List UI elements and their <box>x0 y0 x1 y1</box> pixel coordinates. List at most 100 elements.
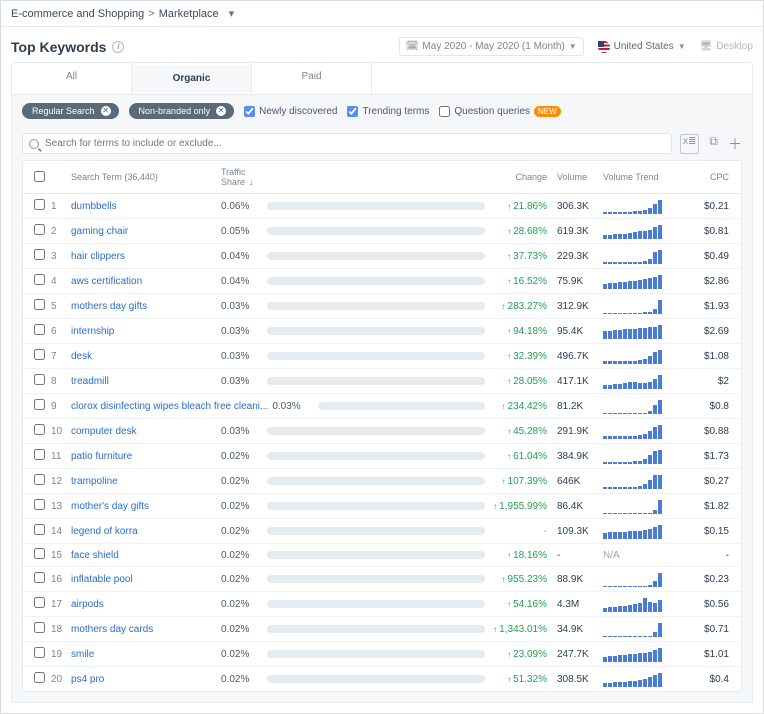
checkbox[interactable] <box>244 106 255 117</box>
search-term-link[interactable]: gaming chair <box>71 226 128 237</box>
info-icon[interactable]: i <box>112 41 124 53</box>
row-checkbox[interactable] <box>34 572 45 583</box>
checkbox[interactable] <box>439 106 450 117</box>
row-checkbox[interactable] <box>34 399 45 410</box>
search-term-link[interactable]: patio furniture <box>71 451 132 462</box>
table-row: 16inflatable pool0.02%↑955.23%88.9K$0.23 <box>23 567 741 592</box>
tab-organic[interactable]: Organic <box>132 63 252 94</box>
row-checkbox[interactable] <box>34 597 45 608</box>
search-term-link[interactable]: trampoline <box>71 476 118 487</box>
traffic-share-bar <box>267 575 485 583</box>
traffic-share-bar <box>267 527 485 535</box>
filter-pill-regular-search[interactable]: Regular Search ✕ <box>22 103 119 119</box>
row-checkbox[interactable] <box>34 524 45 535</box>
table-header: Search Term (36,440) Traffic Share↓ Chan… <box>23 161 741 194</box>
row-checkbox[interactable] <box>34 199 45 210</box>
search-term-link[interactable]: mothers day gifts <box>71 301 147 312</box>
col-volume[interactable]: Volume <box>553 172 603 182</box>
volume-trend-sparkline <box>603 473 693 489</box>
select-all-checkbox[interactable] <box>34 171 45 182</box>
row-checkbox[interactable] <box>34 274 45 285</box>
row-checkbox[interactable] <box>34 324 45 335</box>
search-term-link[interactable]: aws certification <box>71 276 142 287</box>
table-row: 3hair clippers0.04%↑37.73%229.3K$0.49 <box>23 244 741 269</box>
volume-value: 247.7K <box>553 649 603 660</box>
row-checkbox[interactable] <box>34 548 45 559</box>
row-checkbox[interactable] <box>34 249 45 260</box>
add-icon[interactable]: ＋ <box>728 134 742 154</box>
chevron-down-icon: ▼ <box>569 42 577 51</box>
search-term-link[interactable]: internship <box>71 326 114 337</box>
search-term-link[interactable]: face shield <box>71 550 119 561</box>
col-volume-trend[interactable]: Volume Trend <box>603 172 693 182</box>
tab-paid[interactable]: Paid <box>252 63 372 94</box>
col-search-term[interactable]: Search Term (36,440) <box>71 172 221 182</box>
filter-pill-non-branded[interactable]: Non-branded only ✕ <box>129 103 235 119</box>
volume-trend-sparkline <box>603 571 693 587</box>
col-traffic-share[interactable]: Traffic Share↓ <box>221 167 267 187</box>
search-term-link[interactable]: mother's day gifts <box>71 501 149 512</box>
columns-icon[interactable]: ⧉ <box>709 134 718 154</box>
volume-value: 75.9K <box>553 276 603 287</box>
col-change[interactable]: Change <box>493 172 553 182</box>
filter-pill-label: Non-branded only <box>139 106 211 116</box>
row-checkbox[interactable] <box>34 449 45 460</box>
change-value: ↑45.28% <box>493 426 547 437</box>
row-checkbox[interactable] <box>34 424 45 435</box>
search-term-link[interactable]: dumbbells <box>71 201 117 212</box>
chevron-down-icon[interactable]: ▾ <box>229 7 235 20</box>
search-term-link[interactable]: clorox disinfecting wipes bleach free cl… <box>71 401 268 412</box>
search-term-link[interactable]: hair clippers <box>71 251 125 262</box>
cpc-value: $2.86 <box>693 276 737 287</box>
breadcrumb[interactable]: E-commerce and Shopping > Marketplace ▾ <box>1 1 763 27</box>
table-row: 7desk0.03%↑32.39%496.7K$1.08 <box>23 344 741 369</box>
search-term-link[interactable]: airpods <box>71 599 104 610</box>
volume-trend-sparkline <box>603 423 693 439</box>
col-cpc[interactable]: CPC <box>693 172 737 182</box>
filter-newly-discovered[interactable]: Newly discovered <box>244 106 337 117</box>
search-term-link[interactable]: computer desk <box>71 426 137 437</box>
table-row: 14legend of korra0.02%-109.3K$0.15 <box>23 519 741 544</box>
row-checkbox[interactable] <box>34 374 45 385</box>
traffic-share-bar <box>267 327 485 335</box>
row-checkbox[interactable] <box>34 474 45 485</box>
search-term-link[interactable]: legend of korra <box>71 526 138 537</box>
row-checkbox[interactable] <box>34 672 45 683</box>
cpc-value: $0.88 <box>693 426 737 437</box>
row-checkbox[interactable] <box>34 224 45 235</box>
traffic-share-bar <box>267 352 485 360</box>
search-term-link[interactable]: mothers day cards <box>71 624 153 635</box>
search-term-link[interactable]: smile <box>71 649 94 660</box>
device-selector[interactable]: 🖥 Desktop <box>700 41 753 52</box>
search-input-wrapper[interactable] <box>22 133 672 154</box>
arrow-up-icon: ↑ <box>507 377 511 386</box>
tab-all[interactable]: All <box>12 63 132 94</box>
date-range-picker[interactable]: 🗓 May 2020 - May 2020 (1 Month) ▼ <box>399 37 584 56</box>
search-term-link[interactable]: ps4 pro <box>71 674 104 685</box>
filter-question-queries[interactable]: Question queries NEW <box>439 106 560 117</box>
search-term-link[interactable]: treadmill <box>71 376 109 387</box>
country-selector[interactable]: United States ▼ <box>598 41 686 53</box>
table-row: 15face shield0.02%↑18.16%-N/A- <box>23 544 741 567</box>
checkbox[interactable] <box>347 106 358 117</box>
row-checkbox[interactable] <box>34 622 45 633</box>
search-term-link[interactable]: inflatable pool <box>71 574 133 585</box>
row-index: 6 <box>51 326 71 337</box>
close-icon[interactable]: ✕ <box>216 106 226 116</box>
change-value: ↑955.23% <box>493 574 547 585</box>
breadcrumb-page[interactable]: Marketplace <box>159 8 219 20</box>
filter-trending-terms[interactable]: Trending terms <box>347 106 429 117</box>
breadcrumb-group[interactable]: E-commerce and Shopping <box>11 8 144 20</box>
traffic-share-value: 0.05% <box>221 226 267 237</box>
export-excel-icon[interactable]: x≣ <box>680 134 699 154</box>
arrow-up-icon: ↑ <box>507 675 511 684</box>
row-checkbox[interactable] <box>34 299 45 310</box>
row-checkbox[interactable] <box>34 349 45 360</box>
traffic-share-bar <box>267 675 485 683</box>
row-checkbox[interactable] <box>34 499 45 510</box>
arrow-up-icon: ↑ <box>507 352 511 361</box>
search-term-link[interactable]: desk <box>71 351 92 362</box>
close-icon[interactable]: ✕ <box>101 106 111 116</box>
row-checkbox[interactable] <box>34 647 45 658</box>
search-input[interactable] <box>45 138 665 149</box>
